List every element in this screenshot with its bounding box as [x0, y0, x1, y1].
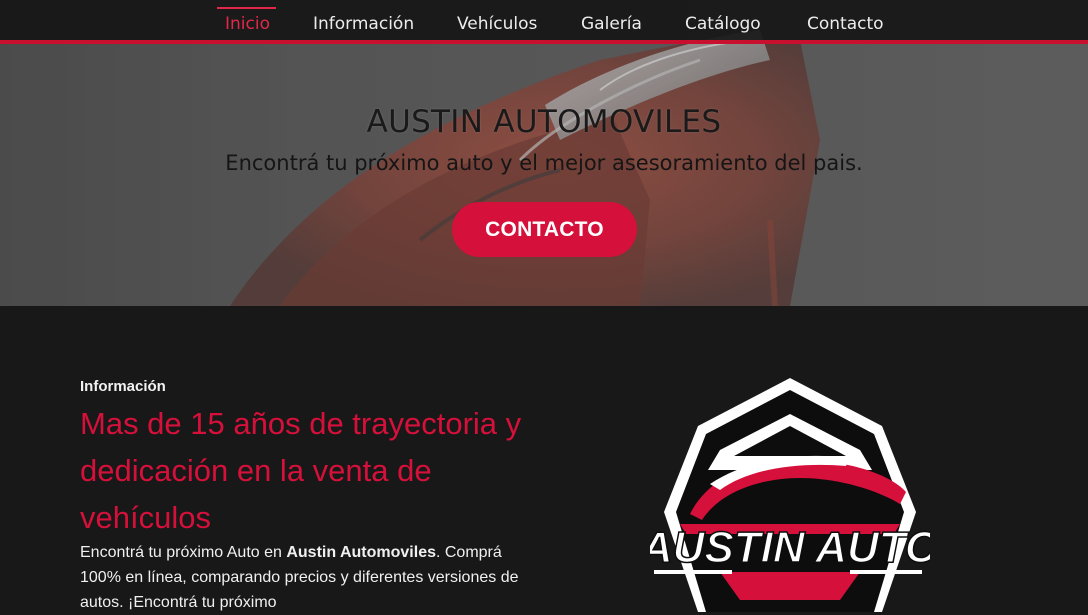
austin-auto-logo: AUSTIN AUTO — [650, 378, 930, 612]
contact-cta-button[interactable]: CONTACTO — [452, 202, 637, 257]
hero-title: AUSTIN AUTOMOVILES — [366, 104, 722, 140]
nav-item-contacto[interactable]: Contacto — [807, 14, 884, 36]
info-heading: Mas de 15 años de trayectoria y dedicaci… — [80, 406, 522, 535]
hero-section: Inicio Información Vehículos Galería Cat… — [0, 0, 1088, 306]
logo-text: AUSTIN AUTO — [650, 523, 930, 572]
nav-item-galeria[interactable]: Galería — [581, 14, 642, 36]
active-nav-indicator — [217, 7, 276, 9]
hero-subtitle: Encontrá tu próximo auto y el mejor ases… — [225, 151, 863, 175]
top-navbar: Inicio Información Vehículos Galería Cat… — [0, 0, 1088, 44]
info-eyebrow: Información — [80, 378, 166, 395]
info-body: Encontrá tu próximo Auto en Austin Autom… — [80, 540, 520, 615]
nav-item-catalogo[interactable]: Catálogo — [685, 14, 761, 36]
nav-item-inicio[interactable]: Inicio — [225, 14, 270, 36]
nav-item-informacion[interactable]: Información — [313, 14, 414, 36]
info-body-text: Encontrá tu próximo Auto en — [80, 544, 287, 561]
info-body-brand: Austin Automoviles — [286, 544, 436, 561]
nav-item-vehiculos[interactable]: Vehículos — [457, 14, 537, 36]
